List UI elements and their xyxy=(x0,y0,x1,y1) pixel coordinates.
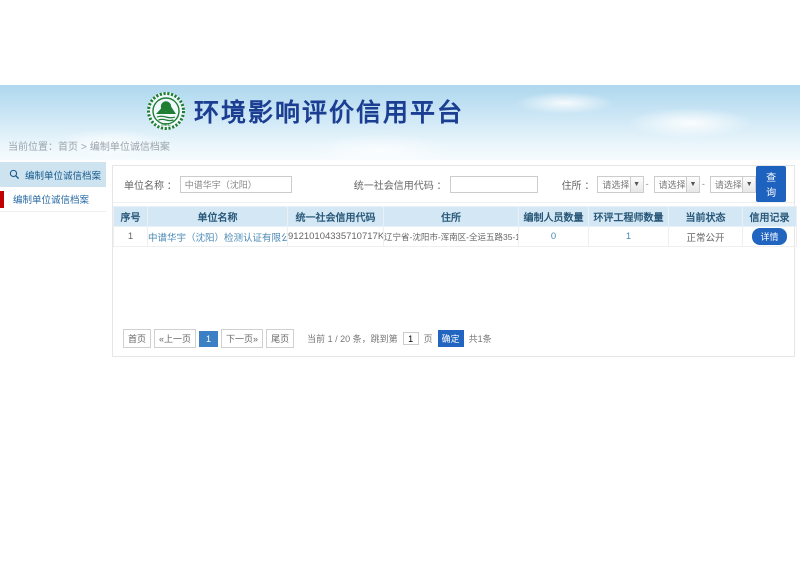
svg-text:MEE: MEE xyxy=(161,122,171,127)
col-status: 当前状态 xyxy=(669,207,743,227)
unit-name-input[interactable] xyxy=(180,176,292,193)
sidebar-item-label: 编制单位诚信档案 xyxy=(13,192,89,206)
sidebar-item-unit-credit-archive-group[interactable]: 编制单位诚信档案 xyxy=(0,162,106,187)
pagination-prev-button[interactable]: «上一页 xyxy=(154,329,196,348)
col-address: 住所 xyxy=(384,207,519,227)
breadcrumb-current: 编制单位诚信档案 xyxy=(90,142,170,153)
content-panel: 单位名称 ： 统一社会信用代码 ： 住所 ： 请选择 ▼ - 请选择 ▼ - 请… xyxy=(112,165,795,357)
pagination-last-button[interactable]: 尾页 xyxy=(266,329,294,348)
address-district-select[interactable]: 请选择 ▼ xyxy=(710,176,756,193)
address-value: 辽宁省-沈阳市-浑南区-全运五路35-1号楼902 xyxy=(384,227,519,247)
select-separator: - xyxy=(646,179,649,189)
pagination-total: 共1条 xyxy=(469,332,492,345)
pagination-current-page[interactable]: 1 xyxy=(199,331,218,347)
staff-count-link[interactable]: 0 xyxy=(551,231,556,242)
chevron-down-icon: ▼ xyxy=(686,177,699,192)
breadcrumb-home-link[interactable]: 首页 xyxy=(58,142,78,153)
pagination-next-button[interactable]: 下一页» xyxy=(221,329,263,348)
col-credit-record: 信用记录 xyxy=(743,207,797,227)
address-label: 住所 ： xyxy=(562,177,595,192)
chevron-down-icon: ▼ xyxy=(742,177,755,192)
unit-name-link[interactable]: 中谱华宇（沈阳）检测认证有限公司 xyxy=(148,233,288,244)
select-value: 请选择 xyxy=(715,178,742,191)
page: MEE 环境影响评价信用平台 当前位置：首页>编制单位诚信档案 编制单位诚信档案… xyxy=(0,0,800,565)
address-city-select[interactable]: 请选择 ▼ xyxy=(654,176,700,193)
sidebar-item-label: 编制单位诚信档案 xyxy=(25,168,101,182)
status-value: 正常公开 xyxy=(669,227,743,247)
select-value: 请选择 xyxy=(659,178,686,191)
col-staff-count: 编制人员数量 xyxy=(519,207,589,227)
select-separator: - xyxy=(702,179,705,189)
detail-button[interactable]: 详情 xyxy=(752,228,786,245)
credit-code-label: 统一社会信用代码 ： xyxy=(354,177,447,192)
pagination-first-button[interactable]: 首页 xyxy=(123,329,151,348)
col-index: 序号 xyxy=(114,207,148,227)
pagination-info: 当前 1 / 20 条，跳到第 xyxy=(307,332,398,345)
chevron-down-icon: ▼ xyxy=(630,177,643,192)
pagination-info-suffix: 页 xyxy=(424,332,433,345)
results-table: 序号 单位名称 统一社会信用代码 住所 编制人员数量 环评工程师数量 当前状态 … xyxy=(113,206,797,247)
page-title: 环境影响评价信用平台 xyxy=(194,93,464,129)
brand: MEE 环境影响评价信用平台 xyxy=(146,90,464,132)
breadcrumb-label: 当前位置： xyxy=(8,142,58,153)
col-credit-code: 统一社会信用代码 xyxy=(288,207,384,227)
mee-logo-icon: MEE xyxy=(146,91,186,131)
table-header-row: 序号 单位名称 统一社会信用代码 住所 编制人员数量 环评工程师数量 当前状态 … xyxy=(114,207,797,227)
pagination: 首页 «上一页 1 下一页» 尾页 当前 1 / 20 条，跳到第 页 确定 共… xyxy=(123,329,492,348)
banner: MEE 环境影响评价信用平台 当前位置：首页>编制单位诚信档案 xyxy=(0,85,800,160)
search-button[interactable]: 查询 xyxy=(756,166,786,202)
breadcrumb-separator: > xyxy=(81,142,87,153)
page-jump-input[interactable] xyxy=(403,332,419,345)
pagination-confirm-button[interactable]: 确定 xyxy=(438,330,464,347)
unit-name-label: 单位名称 ： xyxy=(124,177,177,192)
search-form: 单位名称 ： 统一社会信用代码 ： 住所 ： 请选择 ▼ - 请选择 ▼ - 请… xyxy=(113,166,794,203)
table-row: 1 中谱华宇（沈阳）检测认证有限公司 91210104335710717K 辽宁… xyxy=(114,227,797,247)
sidebar: 编制单位诚信档案 编制单位诚信档案 xyxy=(0,162,106,212)
select-value: 请选择 xyxy=(602,178,629,191)
credit-code-value: 91210104335710717K xyxy=(288,227,384,247)
credit-code-input[interactable] xyxy=(450,176,538,193)
col-engineer-count: 环评工程师数量 xyxy=(589,207,669,227)
row-index: 1 xyxy=(114,227,148,247)
active-item-marker xyxy=(0,191,4,208)
col-unit-name: 单位名称 xyxy=(148,207,288,227)
sidebar-item-unit-credit-archive[interactable]: 编制单位诚信档案 xyxy=(0,187,106,212)
breadcrumb: 当前位置：首页>编制单位诚信档案 xyxy=(8,138,170,153)
address-province-select[interactable]: 请选择 ▼ xyxy=(597,176,643,193)
engineer-count-link[interactable]: 1 xyxy=(626,231,631,242)
search-icon xyxy=(9,169,20,180)
